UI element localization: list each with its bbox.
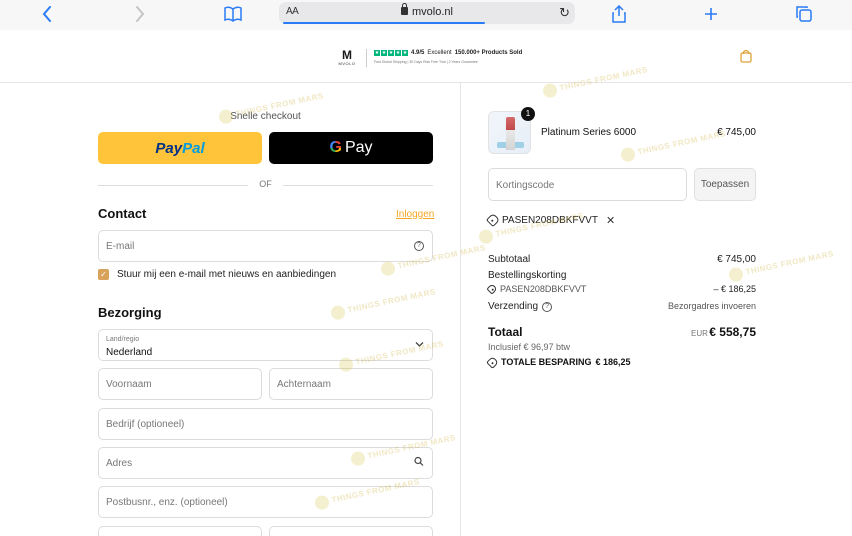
shopping-bag-icon[interactable] <box>740 49 752 63</box>
share-icon[interactable] <box>612 3 626 25</box>
savings-label: TOTALE BESPARING <box>501 357 592 367</box>
company-placeholder: Bedrijf (optioneel) <box>106 419 185 430</box>
company-field[interactable]: Bedrijf (optioneel) <box>98 408 433 440</box>
address-placeholder: Adres <box>106 458 133 469</box>
url-text: mvolo.nl <box>412 6 453 18</box>
last-name-placeholder: Achternaam <box>277 379 331 390</box>
tag-icon <box>486 283 498 295</box>
screen: AA mvolo.nl ↻ M MVOLO ★ ★ ★ ★ ★ 4.9/5 Ex… <box>0 0 852 536</box>
contact-title: Contact <box>98 206 147 221</box>
subtotal-label: Subtotaal <box>488 254 531 265</box>
last-name-field[interactable]: Achternaam <box>269 368 433 400</box>
watermark: THINGS FROM MARS <box>329 285 437 321</box>
google-pay-button[interactable]: G Pay <box>269 132 433 164</box>
paypal-logo-pay: Pay <box>155 139 183 157</box>
tag-icon <box>486 355 499 369</box>
total-label: Totaal <box>488 325 523 339</box>
help-icon[interactable]: ? <box>414 241 424 251</box>
address-bar[interactable]: AA mvolo.nl ↻ <box>279 2 575 24</box>
shipping-row: Verzending ? Bezorgadres invoeren <box>488 301 756 313</box>
quantity-badge: 1 <box>521 107 535 121</box>
email-placeholder: E-mail <box>106 241 135 252</box>
newsletter-label: Stuur mij een e-mail met nieuws en aanbi… <box>117 269 337 280</box>
reload-icon[interactable]: ↻ <box>559 5 570 21</box>
help-icon[interactable]: ? <box>542 301 553 312</box>
star-icon: ★ <box>388 50 394 56</box>
address-line2-placeholder: Postbusnr., enz. (optioneel) <box>106 497 228 508</box>
header-divider <box>366 49 367 67</box>
rating-stars: ★ ★ ★ ★ ★ <box>374 50 408 56</box>
country-value: Nederland <box>106 347 153 358</box>
city-field[interactable] <box>269 526 433 536</box>
divider-line-right <box>283 185 433 186</box>
postcode-field[interactable] <box>98 526 262 536</box>
tag-icon <box>485 212 501 228</box>
trustpilot-rating: ★ ★ ★ ★ ★ 4.9/5 Excellent 150.000+ Produ… <box>374 49 522 57</box>
first-name-placeholder: Voornaam <box>106 379 152 390</box>
url-display[interactable]: mvolo.nl <box>279 3 575 18</box>
country-label: Land/regio <box>106 336 140 343</box>
delivery-title: Bezorging <box>98 305 162 320</box>
google-pay-label: Pay <box>344 139 373 156</box>
watermark: THINGS FROM MARS <box>727 247 835 283</box>
savings-value: € 186,25 <box>595 357 631 367</box>
tabs-overview-icon[interactable] <box>796 3 812 25</box>
first-name-field[interactable]: Voornaam <box>98 368 262 400</box>
email-field[interactable]: E-mail ? <box>98 230 433 262</box>
discount-code-placeholder: Kortingscode <box>496 180 555 191</box>
subtotal-row: Subtotaal € 745,00 <box>488 254 756 266</box>
apply-discount-button[interactable]: Toepassen <box>694 168 756 201</box>
products-sold: 150.000+ Products Sold <box>454 50 523 56</box>
discount-label: Bestellingskorting <box>488 270 567 281</box>
total-value: € 558,75 <box>709 325 756 339</box>
back-icon[interactable] <box>42 3 52 25</box>
shipping-label: Verzending <box>488 301 539 312</box>
search-icon <box>414 456 424 470</box>
star-icon: ★ <box>374 50 380 56</box>
benefits-line: Fast Global Shipping | 30 Days Risk Free… <box>374 60 478 64</box>
lock-icon <box>401 3 409 15</box>
browser-toolbar: AA mvolo.nl ↻ <box>0 0 852 30</box>
site-header: M MVOLO ★ ★ ★ ★ ★ 4.9/5 Excellent 150.00… <box>0 30 852 83</box>
discount-code-label: PASEN208DBKFVVT <box>500 284 587 294</box>
google-g-icon: G <box>329 139 342 156</box>
discount-value: – € 186,25 <box>713 284 756 294</box>
discount-code-row: PASEN208DBKFVVT – € 186,25 <box>486 283 756 296</box>
star-icon: ★ <box>381 50 387 56</box>
login-link[interactable]: Inloggen <box>396 209 434 220</box>
tax-note: Inclusief € 96,97 btw <box>488 342 571 352</box>
newsletter-checkbox[interactable]: ✓ <box>98 269 109 280</box>
remove-discount-icon[interactable]: ✕ <box>606 214 615 227</box>
or-divider: OF <box>98 179 433 191</box>
rating-word: Excellent <box>427 50 452 56</box>
page-load-progress <box>283 22 485 24</box>
star-icon: ★ <box>395 50 401 56</box>
product-name: Platinum Series 6000 <box>541 127 637 138</box>
rating-score: 4.9/5 <box>411 50 425 56</box>
column-divider <box>460 83 461 536</box>
or-text: OF <box>259 179 272 189</box>
paypal-logo-pal: Pal <box>182 139 205 157</box>
discount-code-field[interactable]: Kortingscode <box>488 168 687 201</box>
shipping-value: Bezorgadres invoeren <box>667 301 756 311</box>
forward-icon[interactable] <box>135 3 145 25</box>
paypal-button[interactable]: Pay Pal <box>98 132 262 164</box>
store-logo[interactable]: M MVOLO <box>336 49 358 66</box>
new-tab-icon[interactable] <box>704 3 718 25</box>
total-savings: TOTALE BESPARING € 186,25 <box>486 355 631 369</box>
bookmarks-icon[interactable] <box>224 3 242 25</box>
discount-row: Bestellingskorting <box>488 270 756 282</box>
star-icon: ★ <box>402 50 408 56</box>
